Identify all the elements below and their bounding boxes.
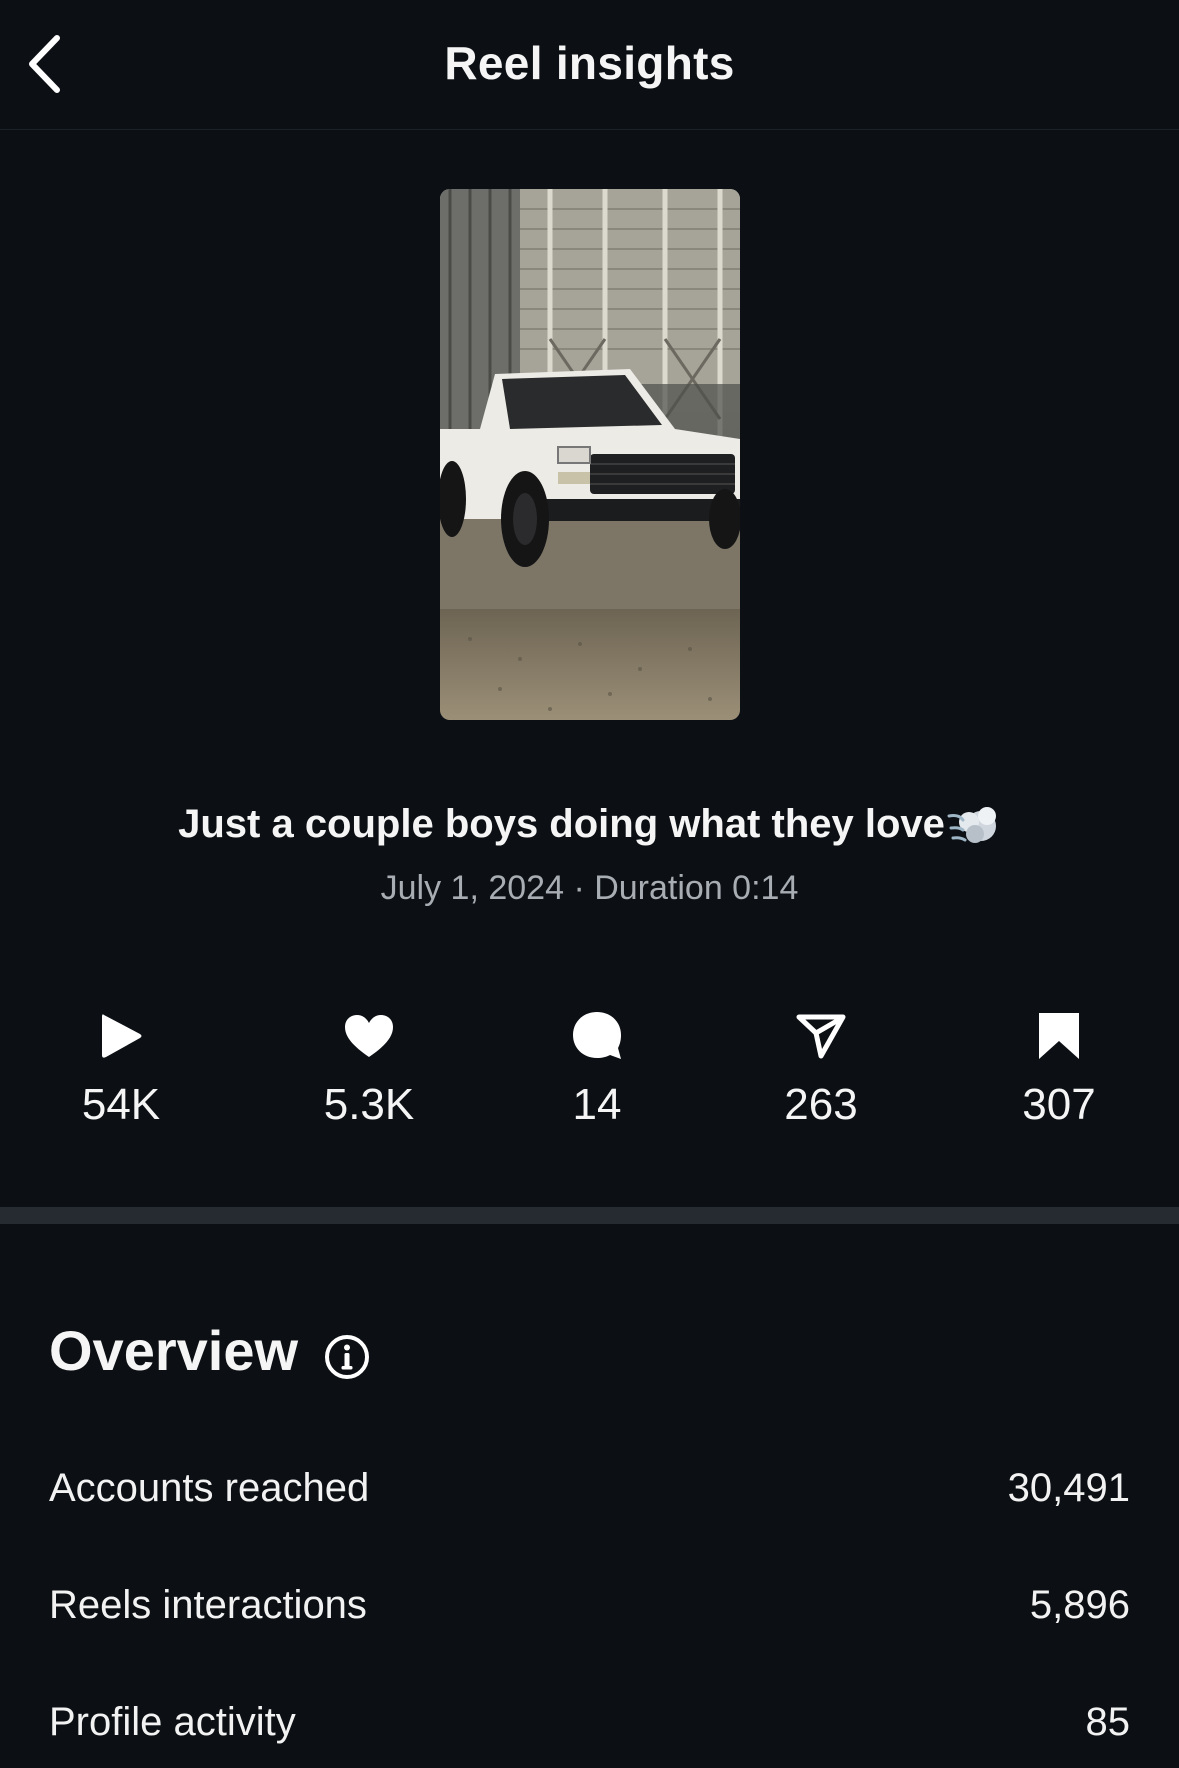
overview-header: Overview <box>49 1318 370 1383</box>
metric-label: Reels interactions <box>49 1582 367 1627</box>
stat-plays[interactable]: 54K <box>21 1005 221 1133</box>
section-divider <box>0 1207 1179 1224</box>
stat-shares[interactable]: 263 <box>721 1005 921 1133</box>
engagement-stats: 54K 5.3K 14 263 307 <box>0 1005 1179 1135</box>
metric-value: 30,491 <box>1007 1465 1130 1510</box>
bookmark-icon <box>1039 1013 1079 1059</box>
comments-count: 14 <box>572 1080 622 1129</box>
comment-icon <box>573 1012 621 1059</box>
overview-row-reels-interactions[interactable]: Reels interactions 5,896 <box>49 1565 1130 1645</box>
overview-title: Overview <box>49 1319 299 1382</box>
metric-label: Accounts reached <box>49 1465 370 1510</box>
overview-row-profile-activity[interactable]: Profile activity 85 <box>49 1682 1130 1762</box>
stat-likes[interactable]: 5.3K <box>269 1005 469 1133</box>
stat-saves[interactable]: 307 <box>959 1005 1159 1133</box>
stat-comments[interactable]: 14 <box>497 1005 697 1133</box>
saves-count: 307 <box>1022 1080 1096 1129</box>
reel-caption: Just a couple boys doing what they love <box>0 802 1179 850</box>
shares-count: 263 <box>784 1080 858 1129</box>
heart-icon <box>345 1015 393 1057</box>
likes-count: 5.3K <box>323 1080 415 1129</box>
metric-label: Profile activity <box>49 1699 296 1744</box>
plays-count: 54K <box>81 1080 161 1129</box>
dashing-away-emoji-icon <box>947 802 1001 850</box>
top-navigation-bar: Reel insights <box>0 0 1179 130</box>
reel-insights-screen: Reel insights Just a couple boys doing w… <box>0 0 1179 1768</box>
play-icon <box>102 1014 142 1058</box>
reel-date: July 1, 2024 <box>380 869 564 907</box>
reel-meta: July 1, 2024 · Duration 0:14 <box>0 869 1179 908</box>
overview-row-accounts-reached[interactable]: Accounts reached 30,491 <box>49 1448 1130 1528</box>
meta-separator: · <box>573 869 585 907</box>
share-icon <box>796 1014 846 1059</box>
reel-duration: Duration 0:14 <box>594 869 799 907</box>
page-title: Reel insights <box>444 37 735 89</box>
metric-value: 5,896 <box>1029 1582 1130 1627</box>
metric-value: 85 <box>1085 1699 1131 1744</box>
info-icon[interactable] <box>324 1328 370 1379</box>
reel-thumbnail[interactable] <box>440 189 740 720</box>
reel-caption-text: Just a couple boys doing what they love <box>178 802 945 846</box>
